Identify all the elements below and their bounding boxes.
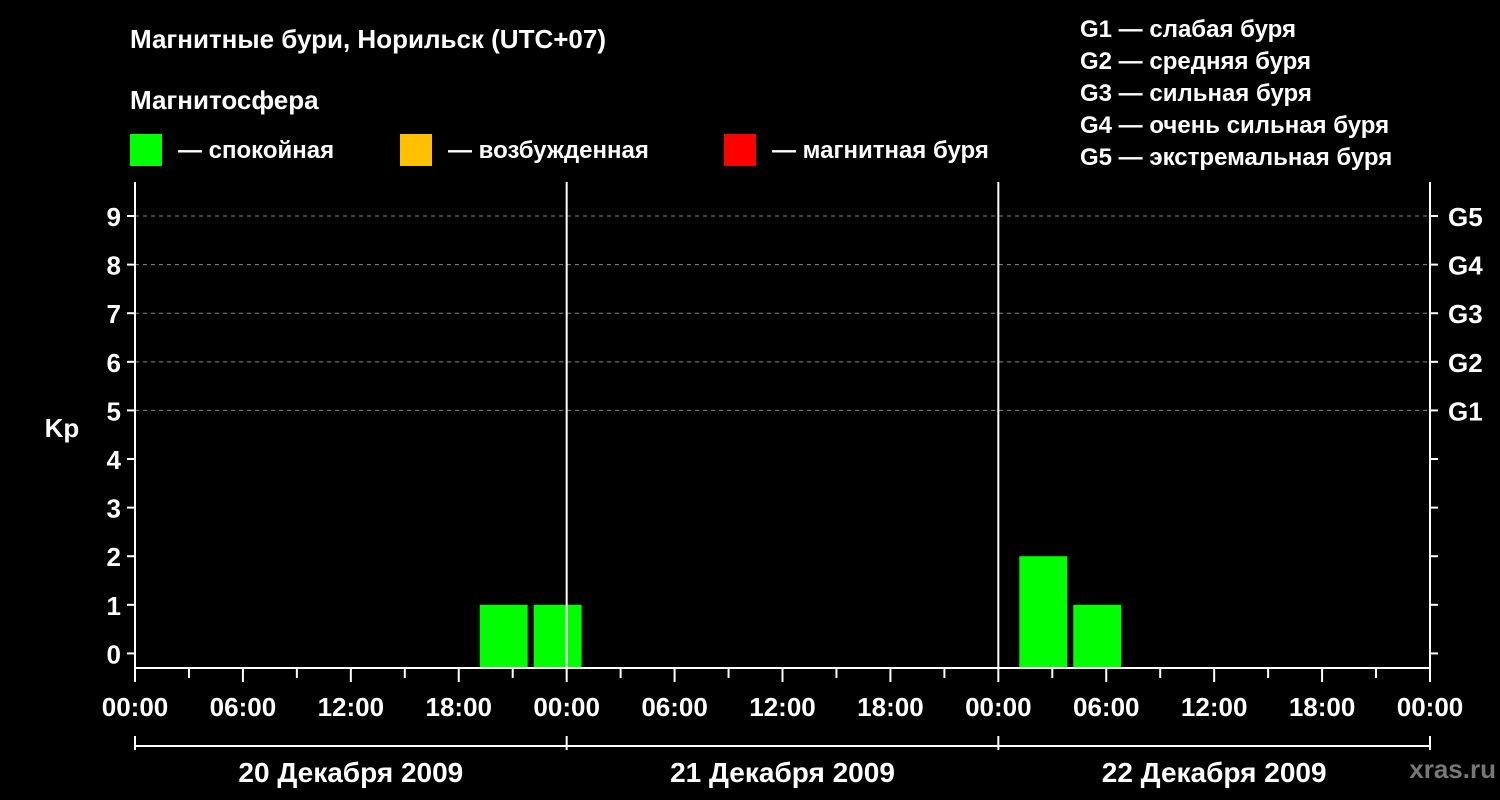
x-tick-label: 18:00 xyxy=(426,692,493,722)
y-tick-label: 7 xyxy=(107,299,121,329)
chart-title: Магнитные бури, Норильск (UTC+07) xyxy=(130,24,606,54)
legend-label-storm: — магнитная буря xyxy=(772,137,989,164)
legend-swatch-active xyxy=(400,134,432,166)
x-tick-label: 06:00 xyxy=(210,692,277,722)
g-scale-g5: G5 — экстремальная буря xyxy=(1080,144,1392,171)
state-legend: — спокойная — возбужденная — магнитная б… xyxy=(130,134,989,166)
g-level-label: G3 xyxy=(1448,299,1483,329)
g-scale-g3: G3 — сильная буря xyxy=(1080,80,1312,107)
x-tick-label: 12:00 xyxy=(318,692,385,722)
y-tick-label: 6 xyxy=(107,348,121,378)
day-label: 21 Декабря 2009 xyxy=(670,757,895,788)
g-scale-g1: G1 — слабая буря xyxy=(1080,16,1296,43)
y-tick-label: 9 xyxy=(107,202,121,232)
g-level-label: G1 xyxy=(1448,396,1483,426)
x-tick-label: 00:00 xyxy=(1397,692,1464,722)
legend-swatch-quiet xyxy=(130,134,162,166)
kp-bar xyxy=(1019,556,1068,668)
plot-area: 0 1 2 3 4 5 6 7 8 9 G1 G2 G3 G4 G5 00:00 06:00 12:00 18:00… xyxy=(102,182,1483,788)
magnetosphere-label: Магнитосфера xyxy=(130,85,319,115)
kp-bar xyxy=(1073,604,1122,668)
x-tick-label: 00:00 xyxy=(965,692,1032,722)
y-axis-label: Kp xyxy=(45,413,80,443)
kp-bar xyxy=(533,604,582,668)
kp-bar xyxy=(479,604,528,668)
x-tick-label: 00:00 xyxy=(533,692,600,722)
legend-label-quiet: — спокойная xyxy=(178,137,334,164)
kp-chart: Магнитные бури, Норильск (UTC+07) Магнит… xyxy=(45,16,1496,788)
day-label: 20 Декабря 2009 xyxy=(238,757,463,788)
g-level-label: G2 xyxy=(1448,348,1483,378)
x-tick-label: 06:00 xyxy=(641,692,708,722)
x-tick-label: 06:00 xyxy=(1073,692,1140,722)
y-tick-label: 3 xyxy=(107,494,121,524)
legend-label-active: — возбужденная xyxy=(448,137,649,164)
g-level-label: G5 xyxy=(1448,202,1483,232)
y-tick-label: 4 xyxy=(107,445,122,475)
x-tick-label: 18:00 xyxy=(1289,692,1356,722)
y-tick-label: 5 xyxy=(107,396,121,426)
g-level-label: G4 xyxy=(1448,251,1483,281)
g-scale-g2: G2 — средняя буря xyxy=(1080,48,1311,75)
y-tick-label: 1 xyxy=(107,591,121,621)
x-tick-label: 12:00 xyxy=(1181,692,1248,722)
y-tick-label: 2 xyxy=(107,542,121,572)
day-label: 22 Декабря 2009 xyxy=(1102,757,1327,788)
x-tick-label: 00:00 xyxy=(102,692,169,722)
g-scale-g4: G4 — очень сильная буря xyxy=(1080,112,1389,139)
x-tick-label: 12:00 xyxy=(749,692,816,722)
site-watermark: xras.ru xyxy=(1409,754,1496,784)
g-scale-legend: G1 — слабая буря G2 — средняя буря G3 — … xyxy=(1080,16,1392,171)
legend-swatch-storm xyxy=(724,134,756,166)
y-tick-label: 8 xyxy=(107,251,121,281)
y-tick-label: 0 xyxy=(107,639,121,669)
x-tick-label: 18:00 xyxy=(857,692,924,722)
